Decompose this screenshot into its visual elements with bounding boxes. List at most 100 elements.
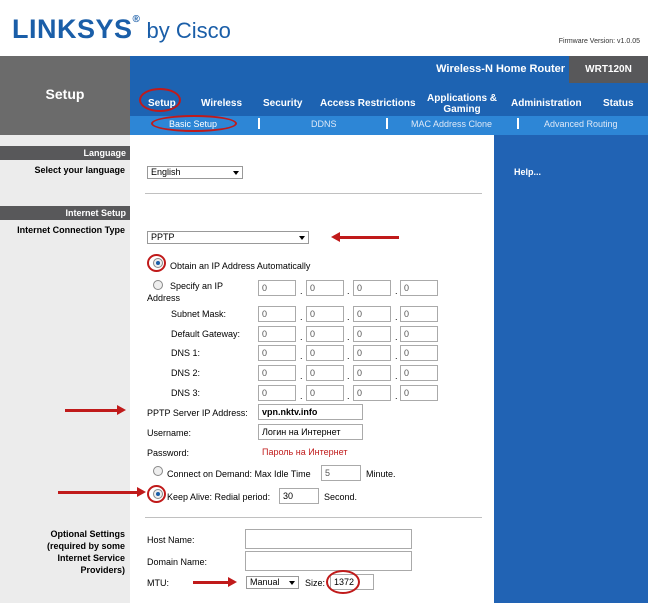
gateway-octet-input[interactable]: 0 [306, 326, 344, 342]
default-gateway-label: Default Gateway: [171, 329, 241, 339]
optional-settings-label: Providers) [80, 565, 125, 575]
dns2-octet-input[interactable]: 0 [306, 365, 344, 381]
tab-applications-gaming[interactable]: Applications & Gaming [427, 93, 497, 115]
tab-administration[interactable]: Administration [511, 98, 582, 109]
mtu-size-label: Size: [305, 578, 326, 588]
subnet-octet-input[interactable]: 0 [400, 306, 438, 322]
annotation-circle [151, 115, 237, 132]
tab-access-restrictions[interactable]: Access Restrictions [320, 98, 416, 109]
dns3-octet-input[interactable]: 0 [353, 385, 391, 401]
annotation-circle [147, 485, 166, 503]
language-section-heading: Language [0, 146, 130, 160]
dns1-octet-input[interactable]: 0 [258, 345, 296, 361]
subnet-octet-input[interactable]: 0 [353, 306, 391, 322]
help-link[interactable]: Help... [514, 167, 541, 177]
octet-dot: . [395, 332, 398, 342]
subtab-mac-clone[interactable]: MAC Address Clone [411, 119, 492, 129]
ip-octet-input[interactable]: 0 [400, 280, 438, 296]
octet-dot: . [300, 391, 303, 401]
password-input[interactable]: Пароль на Интернет [258, 444, 363, 460]
idle-time-input[interactable]: 5 [321, 465, 361, 481]
gateway-octet-input[interactable]: 0 [353, 326, 391, 342]
specify-ip-radio[interactable] [153, 280, 163, 290]
octet-dot: . [300, 286, 303, 296]
firmware-version: Firmware Version: v1.0.05 [558, 38, 640, 45]
second-label: Second. [324, 492, 358, 502]
specify-ip-label-2: Address [147, 293, 181, 303]
pptp-server-input[interactable]: vpn.nktv.info [258, 404, 363, 420]
language-label: Select your language [34, 165, 125, 175]
tab-security[interactable]: Security [263, 98, 302, 109]
product-name: Wireless-N Home Router [436, 63, 565, 75]
tab-status[interactable]: Status [603, 98, 634, 109]
subtab-divider [386, 118, 388, 129]
dns1-octet-input[interactable]: 0 [306, 345, 344, 361]
octet-dot: . [300, 351, 303, 361]
annotation-arrow-icon [65, 405, 126, 415]
mtu-value: Manual [250, 577, 280, 587]
dns3-label: DNS 3: [171, 388, 201, 398]
keep-alive-label: Keep Alive: Redial period: [167, 492, 271, 502]
pptp-server-label: PPTP Server IP Address: [147, 408, 248, 418]
ip-octet-input[interactable]: 0 [353, 280, 391, 296]
annotation-circle [147, 254, 166, 272]
dns1-octet-input[interactable]: 0 [353, 345, 391, 361]
model-number: WRT120N [569, 56, 648, 83]
tab-applications-label-1: Applications & [427, 93, 498, 104]
octet-dot: . [347, 371, 350, 381]
mtu-select[interactable]: Manual [246, 576, 299, 589]
subnet-octet-input[interactable]: 0 [306, 306, 344, 322]
octet-dot: . [347, 286, 350, 296]
dns2-octet-input[interactable]: 0 [400, 365, 438, 381]
dns2-octet-input[interactable]: 0 [353, 365, 391, 381]
host-name-label: Host Name: [147, 535, 195, 545]
octet-dot: . [395, 351, 398, 361]
ip-octet-input[interactable]: 0 [258, 280, 296, 296]
connection-type-value: PPTP [151, 232, 175, 242]
dns2-label: DNS 2: [171, 368, 201, 378]
dns3-octet-input[interactable]: 0 [306, 385, 344, 401]
octet-dot: . [347, 312, 350, 322]
username-label: Username: [147, 428, 192, 438]
optional-settings-label: Optional Settings [50, 529, 125, 539]
domain-name-input[interactable] [245, 551, 412, 571]
annotation-circle [326, 570, 360, 594]
username-input[interactable]: Логин на Интернет [258, 424, 363, 440]
annotation-arrow-icon [58, 487, 146, 497]
octet-dot: . [300, 312, 303, 322]
subnet-octet-input[interactable]: 0 [258, 306, 296, 322]
octet-dot: . [347, 391, 350, 401]
subtab-advanced-routing[interactable]: Advanced Routing [544, 119, 618, 129]
dns3-octet-input[interactable]: 0 [400, 385, 438, 401]
chevron-down-icon [233, 171, 239, 175]
chevron-down-icon [299, 236, 305, 240]
gateway-octet-input[interactable]: 0 [258, 326, 296, 342]
subtab-divider [517, 118, 519, 129]
connect-on-demand-label: Connect on Demand: Max Idle Time [167, 469, 311, 479]
connect-on-demand-radio[interactable] [153, 466, 163, 476]
subtab-ddns[interactable]: DDNS [311, 119, 337, 129]
internet-setup-heading: Internet Setup [0, 206, 130, 220]
dns2-octet-input[interactable]: 0 [258, 365, 296, 381]
dns1-label: DNS 1: [171, 348, 201, 358]
domain-name-label: Domain Name: [147, 557, 208, 567]
optional-settings-label: (required by some [46, 541, 125, 551]
help-panel [494, 135, 648, 603]
minute-label: Minute. [366, 469, 396, 479]
dns1-octet-input[interactable]: 0 [400, 345, 438, 361]
annotation-arrow-icon [193, 577, 237, 587]
connection-type-select[interactable]: PPTP [147, 231, 309, 244]
dns3-octet-input[interactable]: 0 [258, 385, 296, 401]
host-name-input[interactable] [245, 529, 412, 549]
redial-period-input[interactable]: 30 [279, 488, 319, 504]
language-select[interactable]: English [147, 166, 243, 179]
octet-dot: . [347, 332, 350, 342]
tab-wireless[interactable]: Wireless [201, 98, 242, 109]
octet-dot: . [395, 286, 398, 296]
linksys-logo: LINKSYS® by Cisco [12, 14, 231, 44]
ip-octet-input[interactable]: 0 [306, 280, 344, 296]
optional-settings-label: Internet Service [57, 553, 125, 563]
divider [145, 193, 482, 194]
octet-dot: . [300, 371, 303, 381]
gateway-octet-input[interactable]: 0 [400, 326, 438, 342]
